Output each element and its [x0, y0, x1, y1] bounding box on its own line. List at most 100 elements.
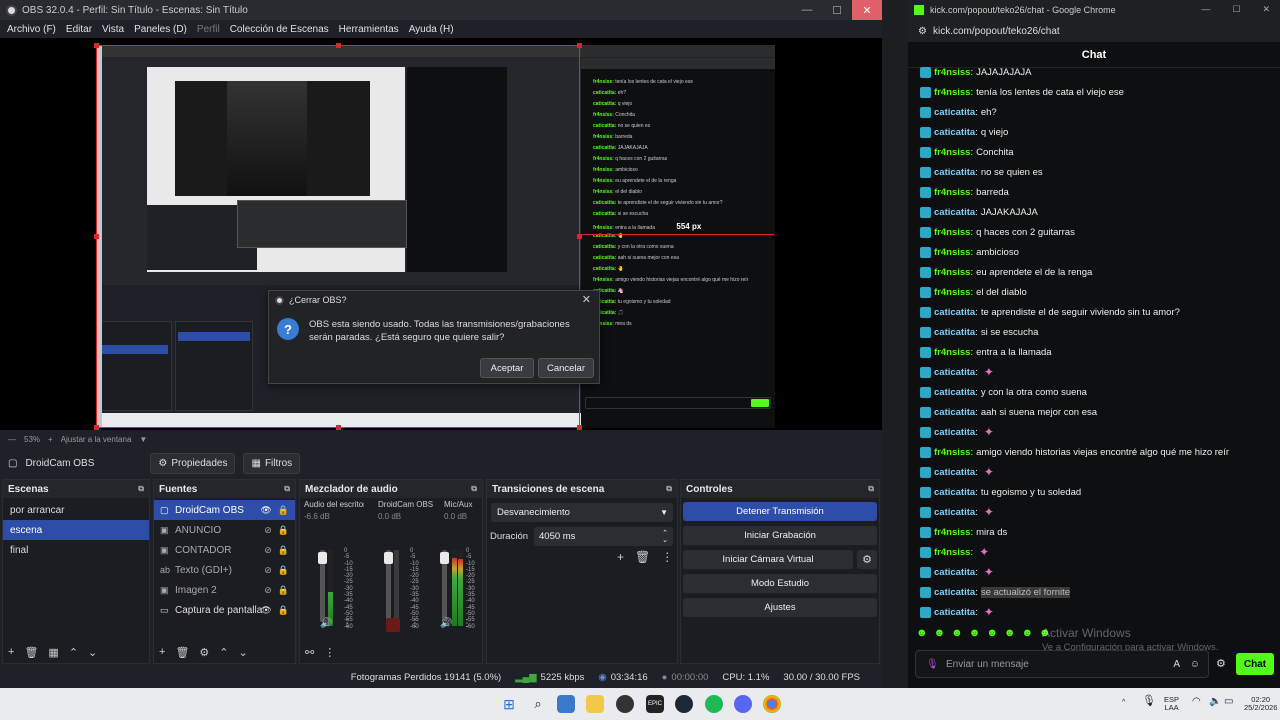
- lock-icon[interactable]: 🔒: [278, 505, 289, 516]
- emote-icon[interactable]: ☻: [916, 627, 928, 639]
- lock-icon[interactable]: 🔒: [278, 585, 289, 596]
- chat-username[interactable]: caticatita: [934, 387, 975, 398]
- chat-username[interactable]: caticatita: [934, 427, 975, 438]
- source-item[interactable]: ab Texto (GDI+) ⊘ 🔒: [154, 560, 295, 580]
- chat-username[interactable]: caticatita: [934, 567, 975, 578]
- close-icon[interactable]: ✕: [582, 293, 591, 306]
- steam-icon[interactable]: [675, 695, 693, 713]
- eye-hidden-icon[interactable]: ⊘: [264, 585, 272, 596]
- stop-streaming-button[interactable]: Detener Transmisión: [683, 502, 877, 521]
- volume-fader[interactable]: [440, 550, 449, 622]
- chat-username[interactable]: caticatita: [934, 127, 975, 138]
- gear-icon[interactable]: ⚙: [1216, 657, 1226, 670]
- maximize-icon[interactable]: ☐: [822, 0, 852, 20]
- transition-select[interactable]: Desvanecimiento ▼: [491, 503, 673, 522]
- lock-icon[interactable]: 🔒: [278, 565, 289, 576]
- search-icon[interactable]: ⌕: [529, 695, 547, 713]
- chat-username[interactable]: fr4nsiss: [934, 547, 970, 558]
- chat-username[interactable]: caticatita: [934, 607, 975, 618]
- chat-username[interactable]: caticatita: [934, 467, 975, 478]
- lock-icon[interactable]: 🔒: [278, 605, 289, 616]
- chevron-up-icon[interactable]: ⌃: [219, 646, 228, 659]
- start-recording-button[interactable]: Iniciar Grabación: [683, 526, 877, 545]
- fit-window-label[interactable]: Ajustar a la ventana: [61, 435, 132, 444]
- epic-games-icon[interactable]: EPIC: [646, 695, 664, 713]
- source-item[interactable]: ▣ CONTADOR ⊘ 🔒: [154, 540, 295, 560]
- menu-ayuda[interactable]: Ayuda (H): [404, 24, 459, 35]
- speaker-icon[interactable]: 🔊: [320, 618, 332, 629]
- speaker-icon[interactable]: 🔊: [440, 618, 452, 629]
- wifi-icon[interactable]: ◠: [1192, 697, 1201, 707]
- menu-perfil[interactable]: Perfil: [192, 24, 225, 35]
- spin-arrows-icon[interactable]: ⌃ ⌄: [662, 530, 668, 544]
- accept-button[interactable]: Aceptar: [480, 358, 534, 378]
- muted-speaker-icon[interactable]: [386, 618, 400, 632]
- chat-username[interactable]: fr4nsiss: [934, 247, 970, 258]
- windows-start-icon[interactable]: ⊞: [500, 695, 518, 713]
- chat-username[interactable]: caticatita: [934, 367, 975, 378]
- url-text[interactable]: kick.com/popout/teko26/chat: [933, 26, 1060, 37]
- menu-paneles[interactable]: Paneles (D): [129, 24, 192, 35]
- emote-icon[interactable]: ☻: [986, 627, 998, 639]
- emote-icon[interactable]: ☻: [1004, 627, 1016, 639]
- chat-username[interactable]: caticatita: [934, 327, 975, 338]
- kebab-menu-icon[interactable]: ⋮: [342, 618, 352, 629]
- clock[interactable]: 02:20 25/2/2026: [1244, 696, 1277, 712]
- minimize-icon[interactable]: —: [792, 0, 822, 20]
- lock-icon[interactable]: 🔒: [278, 545, 289, 556]
- volume-fader[interactable]: [318, 550, 327, 622]
- microphone-icon[interactable]: 🎙: [926, 659, 939, 670]
- properties-button[interactable]: ⚙ Propiedades: [150, 452, 236, 474]
- kebab-menu-icon[interactable]: ⋮: [661, 550, 673, 564]
- chevron-down-icon[interactable]: ⌄: [239, 646, 248, 659]
- obs-taskbar-icon[interactable]: [616, 695, 634, 713]
- chat-username[interactable]: fr4nsiss: [934, 287, 970, 298]
- chat-username[interactable]: fr4nsiss: [934, 67, 970, 78]
- volume-fader[interactable]: [384, 550, 393, 622]
- file-explorer-icon[interactable]: [586, 695, 604, 713]
- chat-username[interactable]: caticatita: [934, 307, 975, 318]
- zoom-in-icon[interactable]: +: [48, 435, 53, 444]
- gear-icon[interactable]: ⚙: [857, 550, 877, 569]
- emote-icon[interactable]: ☻: [934, 627, 946, 639]
- menu-archivo[interactable]: Archivo (F): [2, 24, 61, 35]
- chat-username[interactable]: fr4nsiss: [934, 227, 970, 238]
- eye-hidden-icon[interactable]: ⊘: [264, 545, 272, 556]
- gear-icon[interactable]: ⚙: [199, 646, 209, 659]
- spotify-icon[interactable]: [705, 695, 723, 713]
- site-settings-icon[interactable]: ⚙: [918, 26, 927, 37]
- maximize-icon[interactable]: ☐: [1232, 4, 1240, 15]
- language-indicator[interactable]: ESP LAA: [1164, 696, 1179, 712]
- chat-username[interactable]: caticatita: [934, 507, 975, 518]
- eye-icon[interactable]: 👁: [260, 605, 271, 616]
- chat-username[interactable]: caticatita: [934, 207, 975, 218]
- chat-username[interactable]: fr4nsiss: [934, 527, 970, 538]
- menu-vista[interactable]: Vista: [97, 24, 129, 35]
- chevron-down-icon[interactable]: ⌄: [88, 646, 97, 659]
- chat-username[interactable]: fr4nsiss: [934, 187, 970, 198]
- chat-username[interactable]: fr4nsiss: [934, 147, 970, 158]
- source-item[interactable]: ▭ Captura de pantalla 👁 🔒: [154, 600, 295, 620]
- emote-icon[interactable]: ☻: [969, 627, 981, 639]
- popout-icon[interactable]: ⧉: [138, 484, 144, 494]
- menu-editar[interactable]: Editar: [61, 24, 97, 35]
- chevron-up-icon[interactable]: ^: [1122, 699, 1125, 707]
- lock-icon[interactable]: 🔒: [278, 525, 289, 536]
- menu-coleccion-escenas[interactable]: Colección de Escenas: [225, 24, 334, 35]
- chevron-up-icon[interactable]: ⌃: [69, 646, 78, 659]
- source-item[interactable]: ▣ Imagen 2 ⊘ 🔒: [154, 580, 295, 600]
- chat-username[interactable]: caticatita: [934, 487, 975, 498]
- address-bar[interactable]: ⚙ kick.com/popout/teko26/chat: [908, 20, 1280, 42]
- chat-username[interactable]: fr4nsiss: [934, 87, 970, 98]
- chat-username[interactable]: caticatita: [934, 407, 975, 418]
- add-icon[interactable]: +: [617, 550, 624, 564]
- menu-herramientas[interactable]: Herramientas: [334, 24, 404, 35]
- chat-username[interactable]: fr4nsiss: [934, 347, 970, 358]
- settings-button[interactable]: Ajustes: [683, 598, 877, 617]
- studio-mode-button[interactable]: Modo Estudio: [683, 574, 877, 593]
- add-icon[interactable]: +: [8, 646, 14, 659]
- task-view-icon[interactable]: [557, 695, 575, 713]
- chat-username[interactable]: fr4nsiss: [934, 267, 970, 278]
- chrome-taskbar-icon[interactable]: [763, 695, 781, 713]
- trash-icon[interactable]: 🗑: [24, 646, 38, 659]
